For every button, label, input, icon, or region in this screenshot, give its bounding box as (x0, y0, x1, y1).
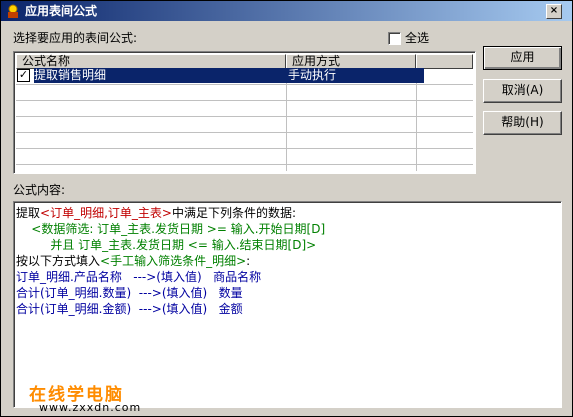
close-button[interactable]: × (546, 4, 562, 19)
watermark-url: www.zxxdn.com (39, 401, 142, 414)
help-button[interactable]: 帮助(H) (483, 111, 562, 135)
column-header-empty[interactable] (416, 54, 473, 69)
row-checkbox[interactable]: ✓ (17, 69, 30, 82)
select-all-label[interactable]: 全选 (405, 31, 429, 45)
apply-button[interactable]: 应用 (483, 46, 562, 70)
formula-content-area[interactable]: 提取<订单_明细,订单_主表>中满足下列条件的数据: <数据筛选: 订单_主表.… (13, 201, 562, 408)
formula-line: 并且 订单_主表.发货日期 <= 输入.结束日期[D]> (16, 237, 561, 253)
apply-method-cell: 手动执行 (288, 68, 337, 82)
formula-text: <数据筛选: 订单_主表.发货日期 >= 输入.开始日期[D] (31, 222, 326, 236)
dialog-window: 应用表间公式 × 选择要应用的表间公式: 全选 公式名称 应用方式 ✓ 提取销售… (0, 0, 573, 417)
title-bar[interactable]: 应用表间公式 × (1, 1, 572, 21)
formula-text: <手工输入筛选条件_明细> (100, 254, 247, 268)
app-icon (8, 4, 18, 18)
formula-line: 按以下方式填入<手工输入筛选条件_明细>: (16, 253, 561, 269)
formula-content-label: 公式内容: (13, 183, 66, 197)
formula-text: 按以下方式填入 (16, 254, 101, 268)
table-row[interactable]: 提取销售明细 手动执行 (34, 68, 424, 83)
grid-line (16, 132, 473, 133)
formula-line: 合计(订单_明细.数量) --->(填入值) 数量 (16, 286, 243, 300)
formula-text: : (246, 254, 251, 268)
column-header-apply-method[interactable]: 应用方式 (286, 54, 416, 69)
grid-line (416, 69, 417, 171)
select-formula-label: 选择要应用的表间公式: (13, 31, 138, 45)
formula-list[interactable]: 公式名称 应用方式 ✓ 提取销售明细 手动执行 (13, 51, 476, 174)
formula-line: 订单_明细.产品名称 --->(填入值) 商品名称 (16, 270, 262, 284)
formula-text: 并且 订单_主表.发货日期 <= 输入.结束日期[D]> (50, 238, 317, 252)
grid-line (16, 116, 473, 117)
grid-line (16, 100, 473, 101)
grid-line (16, 84, 473, 85)
formula-text: 中满足下列条件的数据: (171, 206, 296, 220)
formula-line: 合计(订单_明细.金额) --->(填入值) 金额 (16, 302, 243, 316)
formula-text: 提取 (16, 206, 41, 220)
column-header-formula-name[interactable]: 公式名称 (16, 54, 286, 69)
cancel-button[interactable]: 取消(A) (483, 79, 562, 103)
formula-line: <数据筛选: 订单_主表.发货日期 >= 输入.开始日期[D] (16, 221, 561, 237)
window-title: 应用表间公式 (25, 4, 98, 18)
formula-name-cell: 提取销售明细 (34, 68, 107, 82)
formula-line: 提取<订单_明细,订单_主表>中满足下列条件的数据: (16, 205, 561, 221)
grid-line (286, 69, 287, 171)
formula-text: <订单_明细,订单_主表> (40, 206, 172, 220)
grid-line (16, 148, 473, 149)
select-all-checkbox[interactable] (388, 32, 401, 45)
grid-line (16, 164, 473, 165)
